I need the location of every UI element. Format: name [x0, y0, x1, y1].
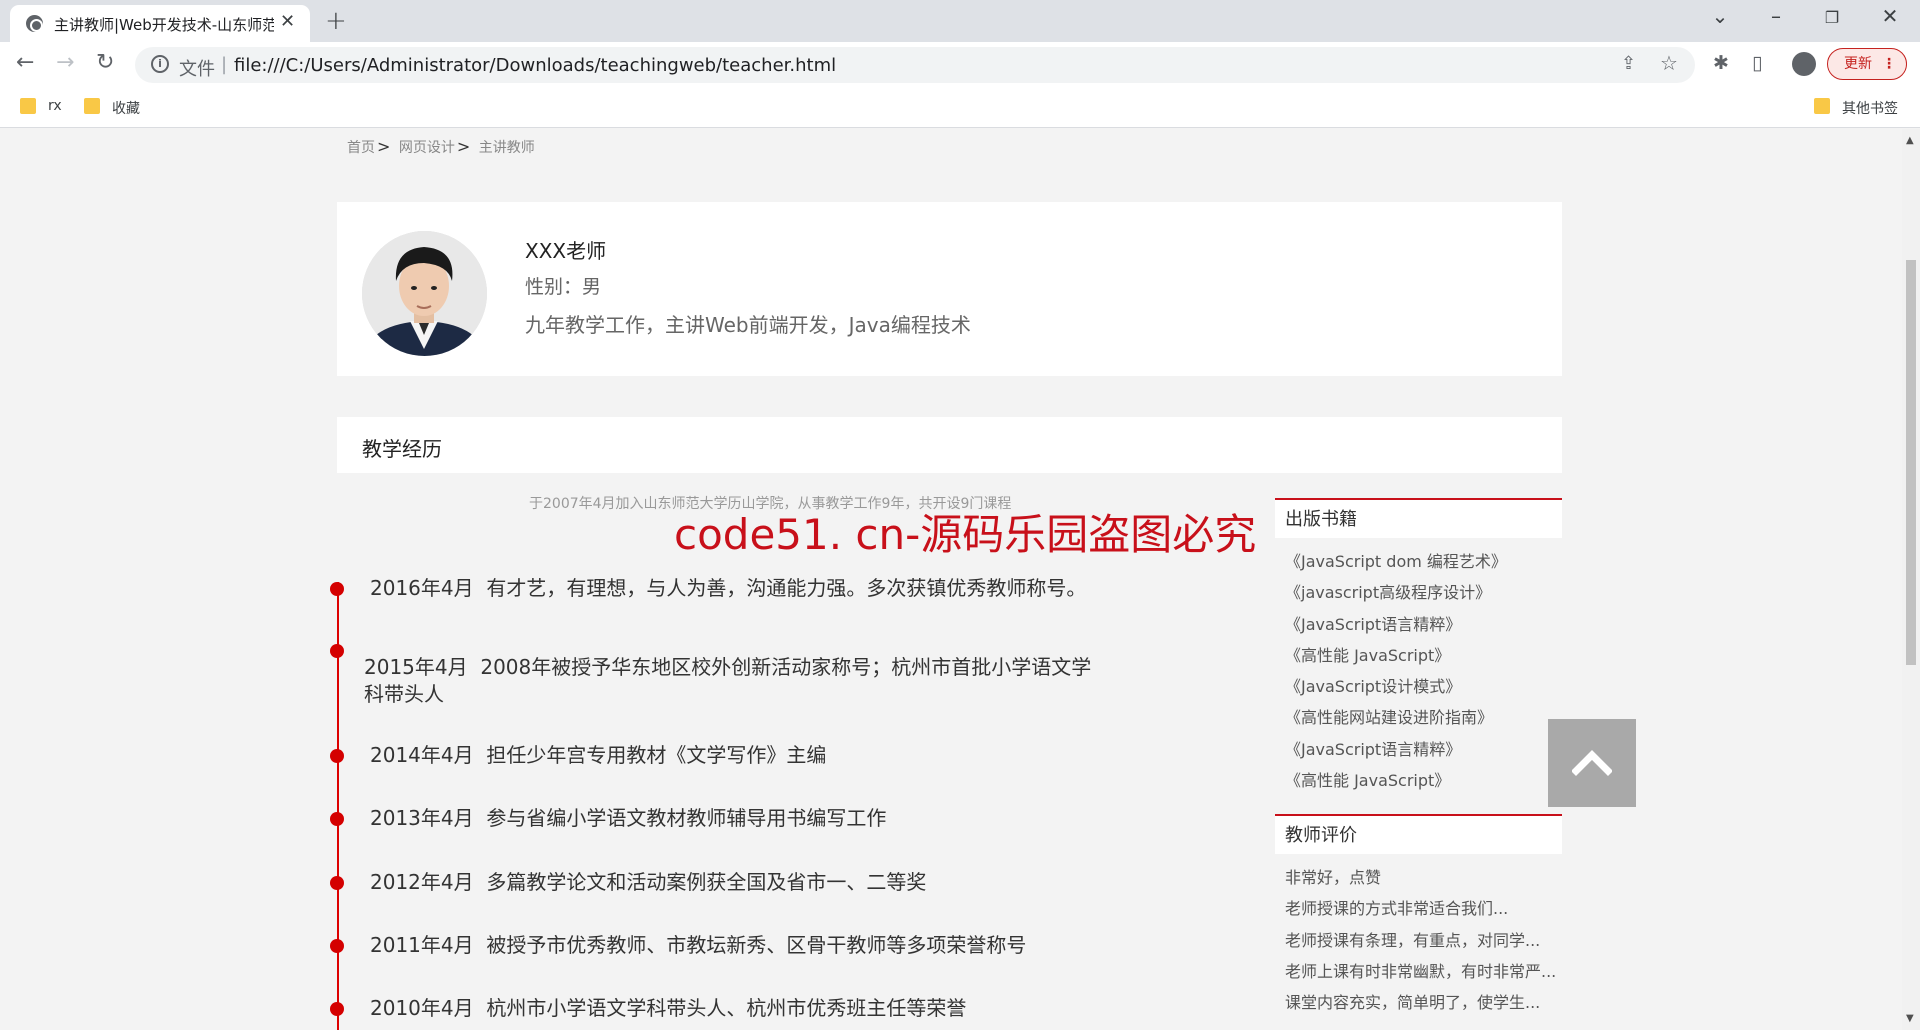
breadcrumb: 首页 > 网页设计 > 主讲教师: [347, 137, 535, 156]
book-item[interactable]: 《JavaScript设计模式》: [1285, 671, 1562, 702]
books-heading: 出版书籍: [1275, 498, 1562, 538]
bookmarks-bar: rx 收藏 其他书签: [0, 88, 1920, 128]
breadcrumb-web-design[interactable]: 网页设计: [399, 140, 455, 156]
address-bar[interactable]: i 文件 | file:///C:/Users/Administrator/Do…: [135, 47, 1695, 83]
review-item[interactable]: 老师授课的方式非常适合我们...: [1285, 893, 1562, 924]
restore-button[interactable]: ❐: [1812, 8, 1852, 27]
side-panel-icon[interactable]: ▯: [1752, 52, 1762, 74]
timeline-dot: [330, 644, 344, 658]
reviews-panel: 教师评价 非常好，点赞 老师授课的方式非常适合我们... 老师授课有条理，有重点…: [1275, 814, 1562, 1018]
teacher-description: 九年教学工作，主讲Web前端开发，Java编程技术: [525, 313, 971, 337]
info-icon[interactable]: i: [151, 55, 169, 73]
breadcrumb-current: 主讲教师: [478, 140, 535, 156]
book-item[interactable]: 《高性能网站建设进阶指南》: [1285, 702, 1562, 733]
timeline-entry-wrapped: 2015年4月 2008年被授予华东地区校外创新活动家称号；杭州市首批小学语文学…: [364, 655, 1092, 706]
close-tab-icon[interactable]: ✕: [280, 11, 295, 32]
timeline-date: 2010年4月 杭州市小学语文学科带头人、杭州市优秀班主任等荣誉: [370, 996, 967, 1020]
bookmark-folder-favorites[interactable]: 收藏: [84, 98, 140, 118]
book-item[interactable]: 《JavaScript语言精粹》: [1285, 609, 1562, 640]
browser-tab[interactable]: 主讲教师|Web开发技术-山东师范 ✕: [10, 5, 310, 42]
tab-search-icon[interactable]: ⌄: [1700, 4, 1740, 28]
update-button[interactable]: 更新 ⋮: [1827, 48, 1907, 80]
scroll-down-icon[interactable]: ▼: [1906, 1013, 1914, 1024]
review-item[interactable]: 非常好，点赞: [1285, 862, 1562, 893]
timeline-dot: [330, 582, 344, 596]
share-icon[interactable]: ⇪: [1621, 53, 1636, 74]
breadcrumb-home[interactable]: 首页: [347, 140, 375, 156]
watermark-text: code51. cn-源码乐园盗图必究: [674, 510, 1257, 559]
timeline-dot: [330, 749, 344, 763]
review-item[interactable]: 老师授课有条理，有重点，对同学...: [1285, 925, 1562, 956]
extensions-icon[interactable]: ✱: [1713, 52, 1729, 74]
teacher-photo: [362, 231, 487, 356]
book-item[interactable]: 《JavaScript语言精粹》: [1285, 734, 1562, 765]
other-bookmarks[interactable]: 其他书签: [1814, 98, 1898, 118]
page-scrollbar[interactable]: ▲ ▼: [1902, 129, 1920, 1030]
url-scheme-label: 文件: [179, 59, 215, 80]
teacher-profile-card: XXX老师 性别：男 九年教学工作，主讲Web前端开发，Java编程技术: [337, 202, 1562, 376]
timeline-date: 2016年4月 有才艺，有理想，与人为善，沟通能力强。多次获镇优秀教师称号。: [370, 576, 1087, 600]
browser-toolbar: ← → ↻ i 文件 | file:///C:/Users/Administra…: [0, 42, 1920, 88]
reload-icon[interactable]: ↻: [96, 50, 114, 75]
timeline-dot: [330, 812, 344, 826]
book-item[interactable]: 《javascript高级程序设计》: [1285, 577, 1562, 608]
bookmark-star-icon[interactable]: ☆: [1660, 51, 1678, 75]
back-to-top-button[interactable]: [1548, 719, 1636, 807]
timeline-dot: [330, 1002, 344, 1016]
review-item[interactable]: 课堂内容充实，简单明了，使学生...: [1285, 987, 1562, 1018]
folder-icon: [84, 98, 100, 114]
folder-icon: [20, 98, 36, 114]
forward-icon[interactable]: →: [56, 50, 74, 75]
folder-icon: [1814, 98, 1830, 114]
close-window-button[interactable]: ✕: [1870, 4, 1910, 28]
experience-section-header: 教学经历: [337, 417, 1562, 473]
scroll-up-icon[interactable]: ▲: [1906, 135, 1914, 146]
reviews-list: 非常好，点赞 老师授课的方式非常适合我们... 老师授课有条理，有重点，对同学.…: [1275, 854, 1562, 1018]
tab-title: 主讲教师|Web开发技术-山东师范: [54, 16, 274, 34]
profile-avatar-icon[interactable]: [1792, 52, 1816, 76]
reviews-heading: 教师评价: [1275, 814, 1562, 854]
timeline-dot: [330, 876, 344, 890]
teacher-name: XXX老师: [525, 239, 607, 263]
timeline-date: 2011年4月 被授予市优秀教师、市教坛新秀、区骨干教师等多项荣誉称号: [370, 933, 1027, 957]
tab-strip: 主讲教师|Web开发技术-山东师范 ✕ + ⌄ – ❐ ✕: [0, 0, 1920, 42]
new-tab-button[interactable]: +: [325, 6, 347, 36]
books-list: 《JavaScript dom 编程艺术》 《javascript高级程序设计》…: [1275, 538, 1562, 796]
book-item[interactable]: 《高性能 JavaScript》: [1285, 765, 1562, 796]
books-panel: 出版书籍 《JavaScript dom 编程艺术》 《javascript高级…: [1275, 498, 1562, 796]
timeline-date: 2012年4月 多篇教学论文和活动案例获全国及省市一、二等奖: [370, 870, 927, 894]
scrollbar-thumb[interactable]: [1906, 260, 1916, 665]
update-label: 更新: [1844, 56, 1872, 72]
url-separator: |: [221, 54, 228, 75]
url-text[interactable]: file:///C:/Users/Administrator/Downloads…: [234, 55, 836, 76]
minimize-button[interactable]: –: [1756, 4, 1796, 28]
book-item[interactable]: 《JavaScript dom 编程艺术》: [1285, 546, 1562, 577]
chevron-up-icon: [1572, 750, 1612, 776]
bookmark-folder-rx[interactable]: rx: [20, 98, 62, 114]
timeline-date: 2013年4月 参与省编小学语文教材教师辅导用书编写工作: [370, 806, 887, 830]
page-viewport: 首页 > 网页设计 > 主讲教师 XXX老师 性别：男 九年教学工作，主讲Web前端…: [0, 129, 1902, 1030]
timeline-dot: [330, 939, 344, 953]
teacher-gender: 性别：男: [525, 276, 602, 298]
back-icon[interactable]: ←: [16, 50, 34, 75]
experience-heading: 教学经历: [362, 437, 442, 461]
book-item[interactable]: 《高性能 JavaScript》: [1285, 640, 1562, 671]
globe-icon: [26, 15, 43, 32]
review-item[interactable]: 老师上课有时非常幽默，有时非常严...: [1285, 956, 1562, 987]
menu-dots-icon[interactable]: ⋮: [1882, 49, 1896, 79]
timeline-date: 2014年4月 担任少年宫专用教材《文学写作》主编: [370, 743, 827, 767]
